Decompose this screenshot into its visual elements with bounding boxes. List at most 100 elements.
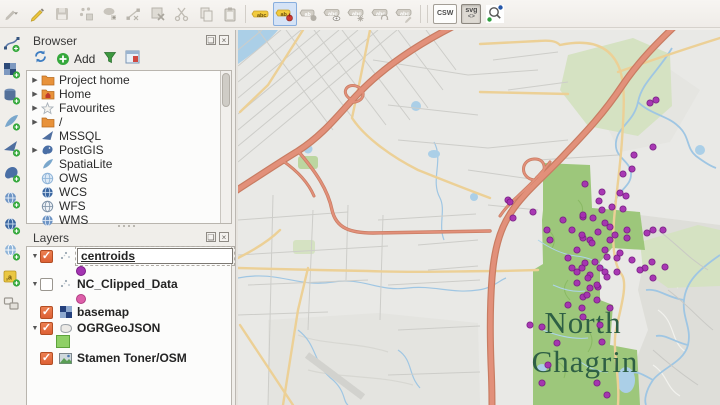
layer-checkbox[interactable]: ✓ <box>40 321 53 335</box>
browser-item-label: / <box>59 115 63 129</box>
mssql-icon <box>40 130 55 143</box>
browser-item-project-home[interactable]: ▶ Project home <box>30 73 129 87</box>
toolbar-separator <box>420 4 421 23</box>
layer-item-ogrgeojson[interactable]: ▼ ✓ OGRGeoJSON <box>30 320 161 336</box>
layer-item-centroids[interactable]: ▼ ✓ centroids <box>30 246 235 266</box>
panel-splitter[interactable] <box>118 225 142 228</box>
browser-item-root[interactable]: ▶ / <box>30 115 62 129</box>
add-postgis-layer-button[interactable] <box>1 163 23 185</box>
add-mssql-layer-button[interactable] <box>1 137 23 159</box>
browser-item-postgis[interactable]: ▶ PostGIS <box>30 143 103 157</box>
folder-icon <box>40 74 55 87</box>
current-edits-button[interactable] <box>2 2 26 26</box>
panel-close-icon[interactable]: × <box>219 232 229 242</box>
add-wms-layer-button[interactable] <box>1 189 23 211</box>
add-selected-layers-button[interactable]: Add <box>56 52 95 66</box>
ows-globe-icon <box>40 172 55 185</box>
browser-scrollbar-thumb[interactable] <box>222 73 230 107</box>
manage-layers-toolbar: ,a <box>0 30 24 405</box>
collapse-icon[interactable]: ▼ <box>30 281 40 288</box>
layer-label: basemap <box>77 305 130 319</box>
expand-icon[interactable]: ▶ <box>30 146 40 154</box>
wfs-globe-icon <box>40 200 55 213</box>
paste-features-button[interactable] <box>218 2 242 26</box>
qgis-window: abc ab ab abc abc abc abc CSW svg <> ,a … <box>0 0 720 405</box>
pin-labels-button[interactable]: ab <box>273 1 297 26</box>
browser-item-home[interactable]: ▶ Home <box>30 87 91 101</box>
add-wfs-layer-button[interactable] <box>1 241 23 263</box>
polygon-symbol-swatch[interactable] <box>56 334 70 348</box>
add-database-layer-button[interactable] <box>1 85 23 107</box>
expand-icon[interactable]: ▶ <box>30 104 40 112</box>
panel-close-icon[interactable]: × <box>219 35 229 45</box>
add-feature-button[interactable] <box>74 2 98 26</box>
change-label-button[interactable]: abc <box>393 2 417 26</box>
add-spatialite-layer-button[interactable] <box>1 111 23 133</box>
add-raster-layer-button[interactable] <box>1 59 23 81</box>
layer-item-stamen-toner-osm[interactable]: ✓ Stamen Toner/OSM <box>30 350 187 366</box>
collapse-icon[interactable]: ▼ <box>30 325 40 332</box>
expand-icon[interactable]: ▶ <box>30 118 40 126</box>
save-edits-button[interactable] <box>50 2 74 26</box>
browser-item-label: WFS <box>59 199 86 213</box>
browser-item-wfs[interactable]: WFS <box>30 199 86 213</box>
add-delimited-text-layer-button[interactable]: ,a <box>1 267 23 289</box>
point-symbol-swatch[interactable] <box>76 266 86 276</box>
node-tool-button[interactable] <box>122 2 146 26</box>
expand-icon[interactable]: ▶ <box>30 76 40 84</box>
move-label-button[interactable]: abc <box>345 2 369 26</box>
browser-item-wcs[interactable]: WCS <box>30 185 87 199</box>
spatialite-icon <box>40 158 55 171</box>
csw-button-label: CSW <box>437 10 454 17</box>
map-canvas[interactable]: North Chagrin <box>230 20 720 405</box>
browser-item-favourites[interactable]: ▶ Favourites <box>30 101 115 115</box>
toggle-editing-button[interactable] <box>26 2 50 26</box>
filter-icon[interactable] <box>103 50 117 69</box>
toolbar-separator <box>427 4 428 23</box>
layer-checkbox[interactable]: ✓ <box>40 305 53 319</box>
point-symbol-swatch[interactable] <box>76 294 86 304</box>
move-feature-button[interactable] <box>98 2 122 26</box>
svg-text:abc: abc <box>376 11 385 17</box>
layer-label: NC_Clipped_Data <box>77 277 178 291</box>
panel-float-icon[interactable]: ❏ <box>206 232 216 242</box>
browser-item-spatialite[interactable]: SpatiaLite <box>30 157 112 171</box>
delete-selected-button[interactable] <box>146 2 170 26</box>
browser-item-mssql[interactable]: MSSQL <box>30 129 101 143</box>
expand-icon[interactable]: ▶ <box>30 90 40 98</box>
collapse-icon[interactable]: ▼ <box>30 253 40 260</box>
browser-item-label: Home <box>59 87 92 101</box>
browser-item-ows[interactable]: OWS <box>30 171 88 185</box>
rotate-label-button[interactable]: abc <box>369 2 393 26</box>
panel-float-icon[interactable]: ❏ <box>206 35 216 45</box>
layer-rename-input[interactable]: centroids <box>75 246 235 266</box>
add-button-label: Add <box>74 52 96 66</box>
layer-checkbox[interactable]: ✓ <box>40 351 53 365</box>
layer-item-nc-clipped-data[interactable]: ▼ NC_Clipped_Data <box>30 276 178 292</box>
svg-button-label: svg <box>465 6 478 14</box>
browser-scrollbar[interactable] <box>220 71 231 223</box>
properties-widget-icon[interactable] <box>125 50 140 69</box>
refresh-icon[interactable] <box>33 49 48 69</box>
highlight-pinned-labels-button[interactable]: ab <box>297 2 321 26</box>
cut-features-button[interactable] <box>170 2 194 26</box>
toolbar-separator <box>245 4 246 23</box>
svg-text:ab: ab <box>305 12 312 18</box>
csw-button[interactable]: CSW <box>433 3 458 24</box>
browser-item-wms[interactable]: WMS <box>30 213 88 227</box>
layer-checkbox[interactable] <box>40 277 53 291</box>
new-virtual-layer-button[interactable] <box>1 293 23 315</box>
layer-checkbox[interactable]: ✓ <box>40 249 53 263</box>
layer-label: OGRGeoJSON <box>77 321 161 335</box>
metasearch-button[interactable] <box>483 2 507 26</box>
layer-symbol-ogrgeojson[interactable] <box>56 333 70 349</box>
layer-item-basemap[interactable]: ✓ basemap <box>30 304 129 320</box>
svg-annotation-button[interactable]: svg <> <box>461 3 482 24</box>
layer-labeling-options-button[interactable]: abc <box>249 2 273 26</box>
svg-text:abc: abc <box>400 11 409 17</box>
show-hide-labels-button[interactable]: abc <box>321 2 345 26</box>
add-vector-layer-button[interactable] <box>1 33 23 55</box>
copy-features-button[interactable] <box>194 2 218 26</box>
add-wcs-layer-button[interactable] <box>1 215 23 237</box>
layer-label: Stamen Toner/OSM <box>77 351 187 365</box>
